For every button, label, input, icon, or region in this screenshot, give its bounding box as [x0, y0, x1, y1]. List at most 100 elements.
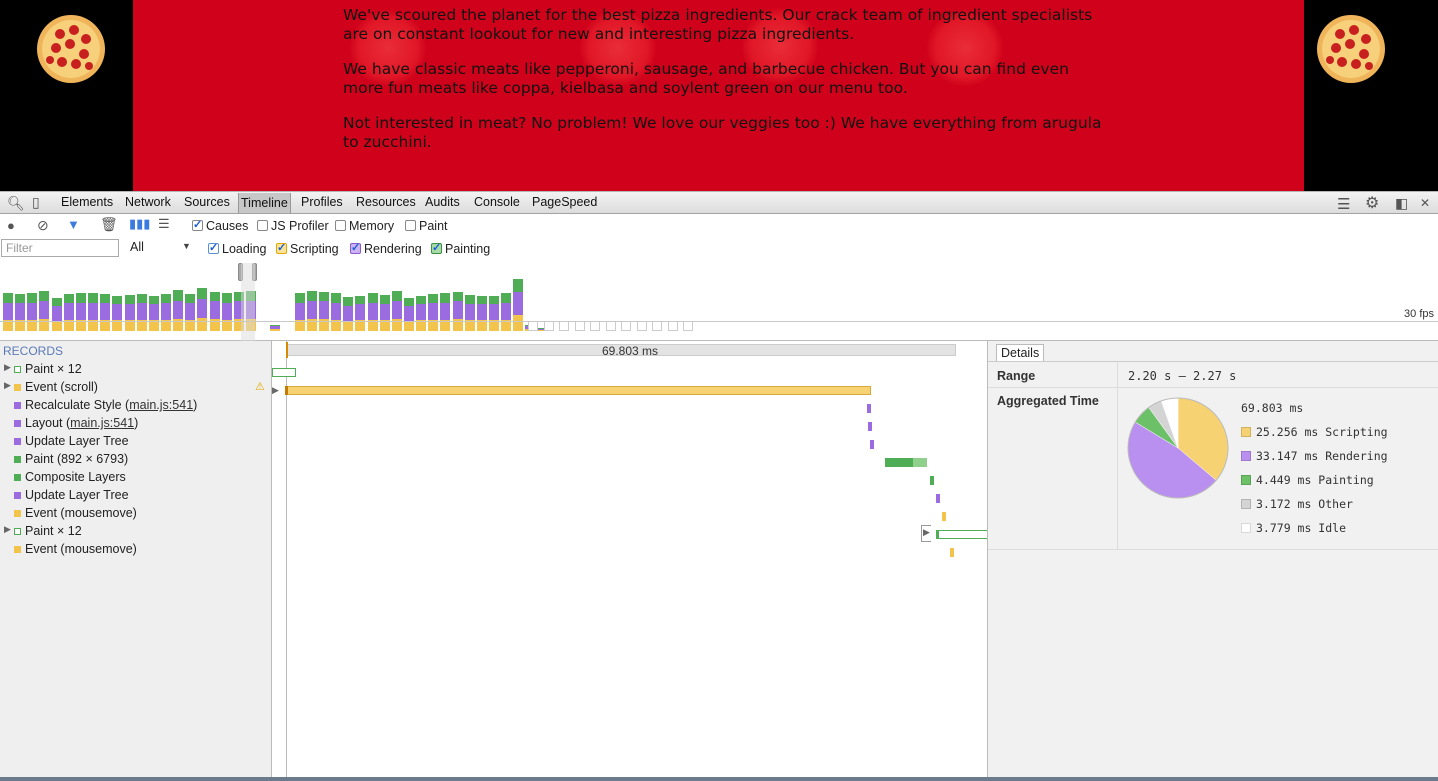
device-mode-icon[interactable]: ▯	[32, 194, 40, 211]
warning-icon[interactable]: ⚠	[255, 380, 265, 393]
garbage-collect-icon[interactable]: 🗑︎	[100, 216, 118, 233]
record-bar[interactable]	[950, 548, 954, 557]
flame-view-icon[interactable]: ☰	[158, 216, 170, 232]
frame-bar	[173, 290, 184, 331]
dock-side-icon[interactable]: ◧	[1395, 195, 1408, 212]
tab-elements[interactable]: Elements	[61, 195, 113, 209]
search-icon[interactable]: 🔍︎	[7, 195, 25, 212]
frame-bar	[403, 298, 414, 331]
devtools-panel: 🔍︎ ▯ Elements Network Sources Timeline P…	[0, 191, 1438, 781]
record-bar[interactable]	[942, 512, 946, 521]
record-bar[interactable]	[936, 494, 940, 503]
frame-bar	[136, 294, 147, 331]
timeline-overview[interactable]: 30 fps	[0, 263, 1438, 341]
total-time: 69.803 ms	[1241, 401, 1304, 415]
frame-bar	[343, 297, 354, 331]
tab-timeline[interactable]: Timeline	[238, 193, 291, 213]
record-bar[interactable]	[870, 440, 874, 449]
frame-bar	[667, 321, 678, 331]
record-row[interactable]: ▶ Event (scroll) ⚠	[0, 379, 272, 397]
expand-icon[interactable]: ▶	[923, 527, 930, 538]
record-label: Paint × 12	[25, 362, 82, 376]
record-icon[interactable]: ●	[7, 218, 15, 233]
painting-checkbox[interactable]: Painting	[431, 241, 490, 256]
frame-bar	[124, 295, 135, 331]
legend-swatch	[1241, 475, 1251, 485]
timeline-records-area[interactable]: 69.803 ms ▶ ▶	[272, 341, 987, 781]
record-row[interactable]: Recalculate Style (main.js:541)	[0, 397, 272, 415]
expand-icon[interactable]: ▶	[4, 362, 11, 373]
memory-checkbox[interactable]: Memory	[335, 219, 394, 233]
close-icon[interactable]: ✕	[1420, 196, 1430, 210]
record-row[interactable]: ▶ Paint × 12	[0, 361, 272, 379]
legend-label: 33.147 ms Rendering	[1256, 449, 1388, 463]
rendering-checkbox[interactable]: Rendering	[350, 241, 422, 256]
frame-bar	[652, 321, 662, 331]
record-bar[interactable]	[285, 386, 871, 395]
frame-bar	[391, 291, 402, 331]
tab-sources[interactable]: Sources	[184, 195, 230, 209]
frame-bar	[513, 279, 524, 331]
range-label: Range	[997, 369, 1036, 383]
scripting-checkbox[interactable]: Scripting	[276, 241, 339, 256]
record-row[interactable]: Event (mousemove)	[0, 505, 272, 523]
frame-bar	[88, 293, 99, 331]
tab-network[interactable]: Network	[125, 195, 171, 209]
page-content: We've scoured the planet for the best pi…	[343, 6, 1103, 168]
record-bar[interactable]	[867, 404, 871, 413]
frame-bar	[489, 296, 499, 331]
expand-icon[interactable]: ▶	[4, 380, 11, 391]
paint-checkbox[interactable]: Paint	[405, 219, 448, 233]
filter-select[interactable]: All ▼	[130, 240, 192, 254]
category-swatch	[14, 546, 21, 553]
tab-console[interactable]: Console	[474, 195, 520, 209]
category-swatch	[14, 474, 21, 481]
legend-item: 3.779 ms Idle	[1241, 521, 1346, 535]
tab-profiles[interactable]: Profiles	[301, 195, 343, 209]
frame-bar	[452, 292, 463, 331]
record-bar[interactable]	[885, 458, 913, 467]
record-row[interactable]: Event (mousemove)	[0, 541, 272, 559]
drawer-toggle-icon[interactable]: ☰	[1337, 195, 1350, 213]
loading-checkbox[interactable]: Loading	[208, 241, 267, 256]
legend-item: 33.147 ms Rendering	[1241, 449, 1388, 463]
source-link[interactable]: main.js:541	[70, 416, 134, 430]
tab-details[interactable]: Details	[996, 344, 1045, 361]
record-row[interactable]: Paint (892 × 6793)	[0, 451, 272, 469]
page-viewport: We've scoured the planet for the best pi…	[0, 0, 1438, 191]
filter-icon[interactable]: ▼	[67, 217, 80, 232]
clear-icon[interactable]: ⊘	[37, 217, 49, 234]
record-row[interactable]: Update Layer Tree	[0, 433, 272, 451]
causes-checkbox[interactable]: Causes	[192, 218, 248, 233]
records-list: RECORDS ▶ Paint × 12 ▶ Event (scroll) ⚠ Recal…	[0, 341, 272, 781]
frame-bar	[63, 294, 74, 331]
record-row[interactable]: Layout (main.js:541)	[0, 415, 272, 433]
tab-resources[interactable]: Resources	[356, 195, 416, 209]
expand-icon[interactable]: ▶	[272, 385, 279, 396]
record-row[interactable]: Composite Layers	[0, 469, 272, 487]
frame-bar	[15, 294, 26, 331]
record-bar[interactable]	[272, 368, 296, 377]
expand-icon[interactable]: ▶	[4, 524, 11, 535]
record-bar[interactable]	[868, 422, 872, 431]
record-bar	[936, 530, 939, 539]
frame-bar	[605, 321, 616, 331]
filter-input[interactable]: Filter	[1, 239, 119, 257]
frame-bar	[100, 294, 111, 331]
record-row[interactable]: ▶ Paint × 12	[0, 523, 272, 541]
paragraph: We've scoured the planet for the best pi…	[343, 6, 1093, 43]
category-swatch	[14, 528, 21, 535]
records-header: RECORDS	[3, 344, 64, 358]
category-swatch	[14, 456, 21, 463]
record-bar[interactable]	[930, 476, 934, 485]
bar-view-icon[interactable]: ▮▮▮	[129, 216, 150, 232]
js-profiler-checkbox[interactable]: JS Profiler	[257, 219, 329, 233]
paragraph: Not interested in meat? No problem! We l…	[343, 114, 1102, 151]
source-link[interactable]: main.js:541	[129, 398, 193, 412]
record-bar[interactable]	[936, 530, 987, 539]
frame-bar	[294, 293, 305, 331]
tab-audits[interactable]: Audits	[425, 195, 460, 209]
tab-pagespeed[interactable]: PageSpeed	[532, 195, 597, 209]
record-row[interactable]: Update Layer Tree	[0, 487, 272, 505]
gear-icon[interactable]: ⚙	[1365, 193, 1379, 213]
